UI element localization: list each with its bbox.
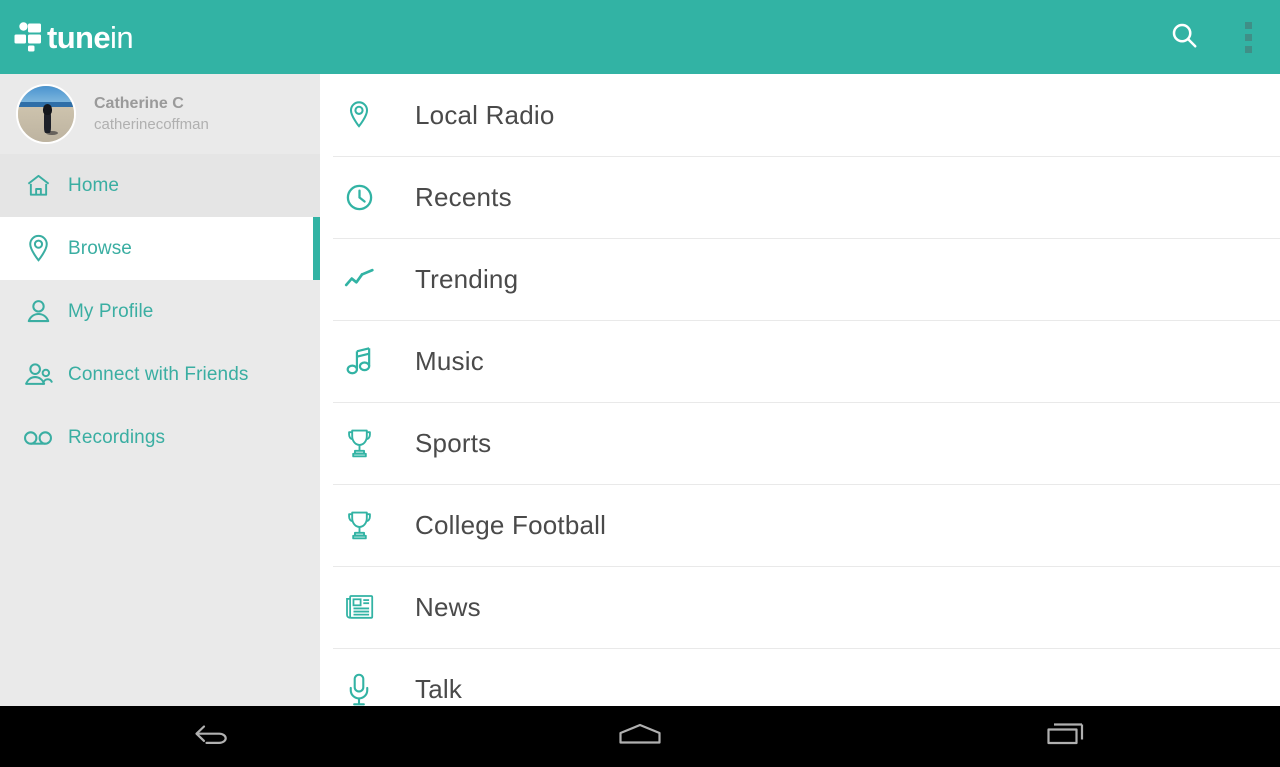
browse-category-list: Local Radio Recents Trending Music Sport… [320, 74, 1280, 706]
list-item-local-radio[interactable]: Local Radio [320, 74, 1280, 156]
newspaper-icon [333, 593, 385, 621]
list-item-news[interactable]: News [320, 566, 1280, 648]
list-item-recents[interactable]: Recents [320, 156, 1280, 238]
header-actions [1152, 0, 1280, 74]
trophy-icon [333, 428, 385, 459]
sidebar-item-label: Browse [68, 237, 132, 259]
tunein-logo-icon [14, 22, 42, 52]
app-logo[interactable]: tunein [14, 19, 134, 55]
profile-display-name: Catherine C [94, 94, 184, 112]
sidebar-item-label: Recordings [68, 426, 166, 448]
list-item-label: Recents [415, 181, 512, 212]
clock-icon [333, 183, 385, 212]
location-pin-icon [333, 100, 385, 130]
list-item-sports[interactable]: Sports [320, 402, 1280, 484]
location-pin-icon [22, 234, 54, 263]
search-icon [1169, 20, 1199, 55]
person-icon [22, 298, 54, 325]
sidebar-item-label: Home [68, 174, 120, 196]
recent-apps-icon [1044, 719, 1090, 754]
home-button[interactable] [550, 706, 730, 767]
list-item-label: Trending [415, 263, 519, 294]
trophy-icon [333, 510, 385, 541]
user-avatar-photo[interactable] [16, 84, 76, 144]
music-note-icon [333, 346, 385, 376]
app-header: tunein [0, 0, 1280, 74]
home-icon [22, 172, 54, 199]
list-item-label: Talk [415, 673, 463, 704]
back-button[interactable] [123, 706, 303, 767]
people-group-icon [22, 361, 54, 388]
profile-username: catherinecoffman [94, 115, 209, 133]
list-item-talk[interactable]: Talk [320, 648, 1280, 706]
search-button[interactable] [1152, 0, 1216, 74]
tunein-app-screen: tunein Catherine C catherinecoffman Home… [0, 0, 1280, 767]
voicemail-icon [22, 427, 54, 449]
sidebar-item-home[interactable]: Home [0, 154, 320, 217]
list-item-label: Sports [415, 427, 492, 458]
trending-up-icon [333, 267, 385, 291]
sidebar-item-label: My Profile [68, 300, 154, 322]
list-item-music[interactable]: Music [320, 320, 1280, 402]
overflow-menu-button[interactable] [1216, 0, 1280, 74]
navigation-drawer: Catherine C catherinecoffman Home Browse… [0, 74, 320, 706]
list-item-label: News [415, 591, 481, 622]
list-item-label: College Football [415, 509, 607, 540]
list-item-label: Local Radio [415, 99, 555, 130]
sidebar-item-recordings[interactable]: Recordings [0, 406, 320, 469]
list-item-trending[interactable]: Trending [320, 238, 1280, 320]
sidebar-item-label: Connect with Friends [68, 363, 249, 385]
profile-names: Catherine C catherinecoffman [94, 94, 209, 135]
sidebar-item-connect-with-friends[interactable]: Connect with Friends [0, 343, 320, 406]
sidebar-item-browse[interactable]: Browse [0, 217, 320, 280]
app-logo-text: tunein [47, 19, 134, 55]
android-navigation-bar [0, 706, 1280, 767]
list-item-label: Music [415, 345, 484, 376]
recent-apps-button[interactable] [977, 706, 1157, 767]
microphone-icon [333, 673, 385, 706]
home-pentagon-icon [614, 720, 666, 753]
list-item-college-football[interactable]: College Football [320, 484, 1280, 566]
back-arrow-icon [191, 720, 235, 753]
selection-accent-bar [313, 217, 320, 280]
overflow-menu-icon [1244, 21, 1252, 53]
sidebar-item-my-profile[interactable]: My Profile [0, 280, 320, 343]
profile-header[interactable]: Catherine C catherinecoffman [0, 74, 320, 154]
